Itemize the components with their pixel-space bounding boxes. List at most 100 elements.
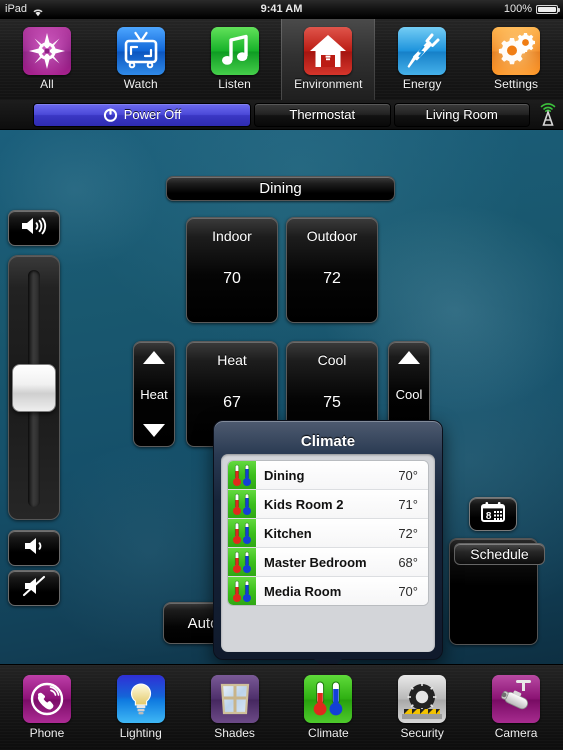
heat-setpoint-value: 67 [223, 394, 241, 411]
triangle-down-icon[interactable] [143, 424, 165, 437]
cool-stepper-label: Cool [395, 386, 423, 402]
thermostat-button[interactable]: Thermostat [254, 102, 391, 127]
house-bulb-icon [304, 27, 353, 75]
svg-text:8: 8 [486, 511, 492, 522]
schedule-title: Schedule [454, 543, 545, 565]
triangle-up-icon[interactable] [143, 351, 165, 364]
indoor-temperature-box[interactable]: Indoor 70 [186, 217, 278, 323]
top-item-all[interactable]: All [0, 18, 94, 100]
cool-setpoint-value: 75 [323, 394, 341, 411]
tab-lighting[interactable]: Lighting [94, 665, 188, 750]
top-item-label: Settings [493, 77, 539, 91]
indoor-label: Indoor [212, 228, 252, 244]
antenna-broadcast-icon[interactable] [536, 102, 560, 128]
power-off-button[interactable]: Power Off [33, 102, 251, 127]
tab-shades[interactable]: Shades [188, 665, 282, 750]
tab-label: Security [400, 726, 444, 740]
tab-security[interactable]: Security [375, 665, 469, 750]
volume-up-button[interactable] [8, 210, 60, 246]
popover-body: Dining 70° Kids Room 2 71° Kitchen 72° M… [221, 454, 435, 652]
top-item-watch[interactable]: Watch [94, 18, 188, 100]
slider-knob[interactable] [12, 364, 56, 412]
television-icon [116, 27, 165, 75]
room-temperature: 71° [398, 496, 418, 512]
thermometer-icon [304, 675, 353, 723]
top-item-label: Environment [294, 77, 363, 91]
cool-setpoint-label: Cool [317, 352, 347, 368]
top-item-listen[interactable]: Listen [188, 18, 282, 100]
tab-label: Climate [308, 726, 349, 740]
room-name: Master Bedroom [264, 554, 367, 570]
clock: 9:41 AM [260, 3, 303, 15]
window-shade-icon [210, 675, 259, 723]
living-room-button[interactable]: Living Room [393, 102, 530, 127]
lightbulb-icon [116, 675, 165, 723]
safe-dial-icon [398, 675, 447, 723]
status-bar: iPad 9:41 AM 100% [0, 0, 563, 19]
schedule-panel[interactable]: Schedule [449, 538, 545, 645]
power-off-label: Power Off [123, 107, 182, 122]
thermometer-icon [228, 548, 256, 576]
heat-stepper-label: Heat [140, 386, 168, 402]
room-name: Kids Room 2 [264, 496, 344, 512]
top-item-settings[interactable]: Settings [469, 18, 563, 100]
room-temperature: 68° [398, 554, 418, 570]
compass-star-icon [22, 27, 71, 75]
thermometer-icon [228, 519, 256, 547]
cctv-camera-icon [492, 675, 541, 723]
heat-setpoint-label: Heat [217, 352, 247, 368]
room-temperature: 70° [398, 467, 418, 483]
list-item[interactable]: Kitchen 72° [228, 519, 428, 548]
volume-slider[interactable] [8, 255, 60, 520]
room-temperature: 72° [398, 525, 418, 541]
list-item[interactable]: Dining 70° [228, 461, 428, 490]
tab-climate[interactable]: Climate [281, 665, 375, 750]
volume-up-icon [18, 215, 50, 242]
room-name: Media Room [264, 583, 342, 599]
outdoor-value: 72 [323, 270, 341, 287]
calendar-icon: 8 [479, 500, 507, 529]
status-bar-right: 100% [503, 0, 560, 18]
outdoor-label: Outdoor [306, 228, 358, 244]
top-item-label: Listen [218, 77, 251, 91]
ipad-home-control-screen: iPad 9:41 AM 100% All Watch Listen Envir… [0, 0, 563, 750]
room-name: Kitchen [264, 525, 312, 541]
tab-bar: Phone Lighting Shades Climate Security C… [0, 664, 563, 750]
battery-percent: 100% [503, 3, 532, 15]
music-note-icon [210, 27, 259, 75]
list-item[interactable]: Kids Room 2 71° [228, 490, 428, 519]
room-name: Dining [264, 467, 305, 483]
zone-title-bar: Dining [166, 176, 395, 201]
tab-camera[interactable]: Camera [469, 665, 563, 750]
top-toolbar: All Watch Listen Environment Energy Sett… [0, 18, 563, 101]
popover-title: Climate [300, 432, 356, 450]
power-plug-icon [398, 27, 447, 75]
thermometer-icon [228, 461, 256, 489]
volume-down-icon [20, 535, 48, 562]
top-item-label: Energy [402, 77, 442, 91]
battery-icon [536, 4, 560, 14]
sub-toolbar: Power Off Thermostat Living Room [0, 100, 563, 130]
calendar-button[interactable]: 8 [469, 497, 517, 531]
climate-popover: Climate Dining 70° Kids Room 2 71° Kitch… [213, 420, 443, 673]
list-item[interactable]: Media Room 70° [228, 577, 428, 605]
thermometer-icon [228, 577, 256, 605]
indoor-value: 70 [223, 270, 241, 287]
volume-mute-button[interactable] [8, 570, 60, 606]
tab-label: Shades [214, 726, 255, 740]
list-item[interactable]: Master Bedroom 68° [228, 548, 428, 577]
tab-phone[interactable]: Phone [0, 665, 94, 750]
outdoor-temperature-box[interactable]: Outdoor 72 [286, 217, 378, 323]
volume-mute-icon [20, 575, 48, 602]
gears-icon [492, 27, 541, 75]
top-item-energy[interactable]: Energy [375, 18, 469, 100]
volume-down-button[interactable] [8, 530, 60, 566]
triangle-up-icon[interactable] [398, 351, 420, 364]
top-item-environment[interactable]: Environment [281, 18, 376, 100]
room-temperature: 70° [398, 583, 418, 599]
tab-label: Lighting [119, 726, 162, 740]
phone-icon [22, 675, 71, 723]
thermometer-icon [228, 490, 256, 518]
top-item-label: All [40, 77, 54, 91]
heat-stepper[interactable]: Heat [133, 341, 175, 447]
